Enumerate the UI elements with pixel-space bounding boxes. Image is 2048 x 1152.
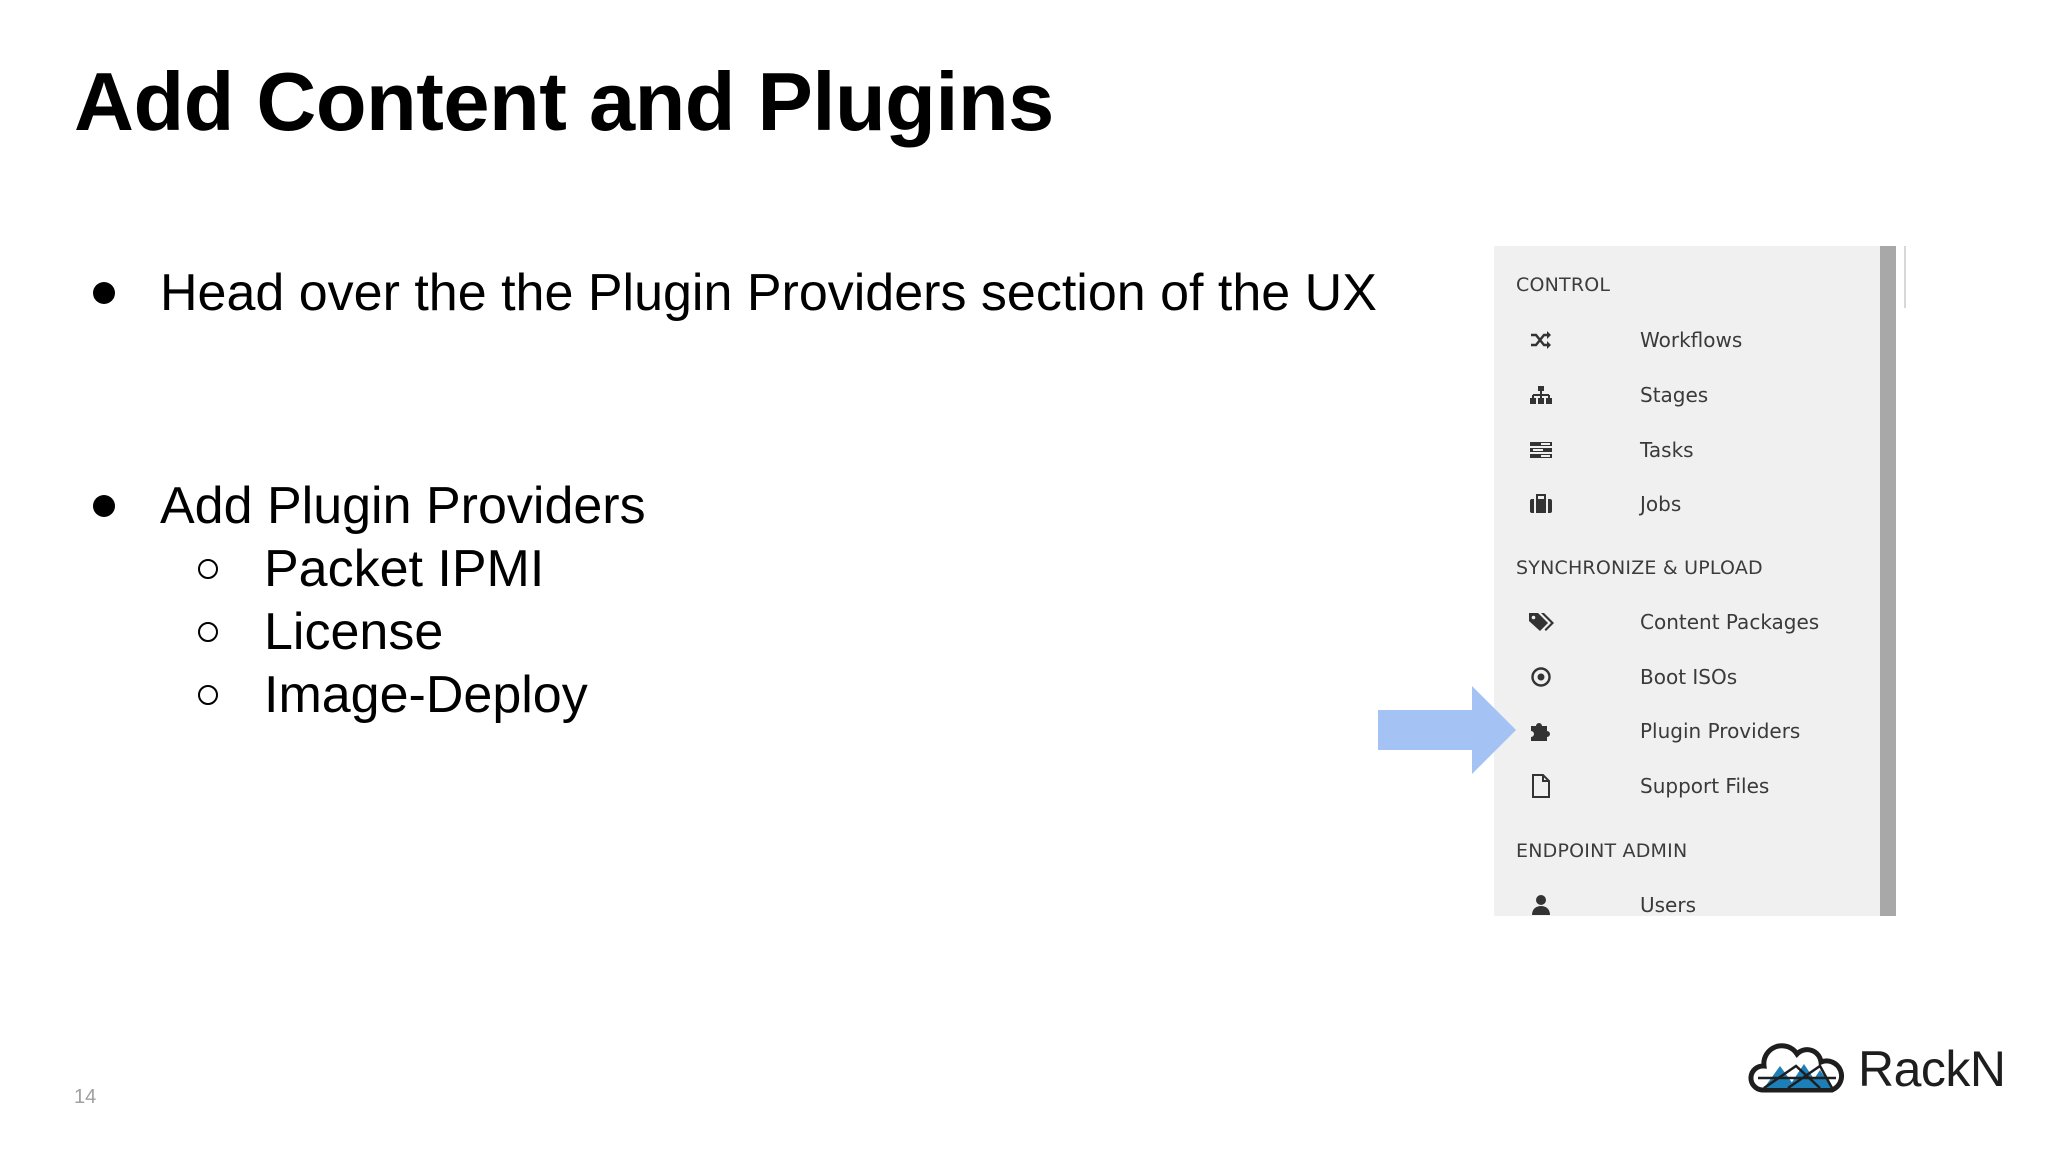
bullet-circle-icon: [190, 614, 226, 650]
sidebar-scrollbar[interactable]: [1880, 246, 1896, 916]
tasks-icon: [1528, 437, 1554, 463]
sidebar-section-sync-upload: SYNCHRONIZE & UPLOAD: [1516, 557, 1763, 579]
bullet-text: Image-Deploy: [264, 666, 588, 724]
bullet-item: Add Plugin Providers: [86, 474, 646, 538]
sidebar-item-stages[interactable]: Stages: [1528, 377, 1708, 413]
sidebar-item-label: Plugin Providers: [1640, 719, 1801, 743]
sidebar-item-label: Stages: [1640, 383, 1709, 407]
bullet-disc-icon: [86, 275, 122, 311]
briefcase-icon: [1528, 491, 1554, 517]
cloud-logo-icon: [1748, 1043, 1845, 1093]
sidebar-item-label: Support Files: [1640, 774, 1770, 798]
shuffle-icon: [1528, 327, 1554, 353]
bullet-item: Head over the the Plugin Providers secti…: [86, 261, 1377, 325]
sidebar-screenshot: CONTROL Workflows Stages Tasks Jobs SYNC…: [1494, 246, 1896, 916]
sidebar-item-boot-isos[interactable]: Boot ISOs: [1528, 659, 1737, 695]
user-icon: [1528, 892, 1554, 916]
sub-bullet-item: License: [190, 600, 443, 664]
tags-icon: [1528, 609, 1554, 635]
sub-bullet-item: Packet IPMI: [190, 537, 544, 601]
file-icon: [1528, 773, 1554, 799]
page-number: 14: [74, 1086, 97, 1108]
bullet-text: Head over the the Plugin Providers secti…: [160, 264, 1377, 322]
puzzle-icon: [1528, 718, 1554, 744]
sidebar-item-label: Workflows: [1640, 328, 1743, 352]
bullet-text: Packet IPMI: [264, 540, 545, 598]
logo-text: RackN: [1858, 1041, 2006, 1097]
sidebar-item-jobs[interactable]: Jobs: [1528, 486, 1681, 522]
sidebar-item-plugin-providers[interactable]: Plugin Providers: [1528, 713, 1800, 749]
dot-circle-icon: [1528, 664, 1554, 690]
sidebar-divider: [1904, 246, 1906, 308]
sidebar-item-users[interactable]: Users: [1528, 887, 1696, 916]
sidebar-item-label: Jobs: [1640, 492, 1682, 516]
sidebar-item-label: Tasks: [1640, 438, 1694, 462]
sidebar-item-label: Boot ISOs: [1640, 665, 1738, 689]
bullet-list: Head over the the Plugin Providers secti…: [0, 0, 1400, 800]
sidebar-item-support-files[interactable]: Support Files: [1528, 768, 1769, 804]
bullet-disc-icon: [86, 488, 122, 524]
bullet-text: Add Plugin Providers: [160, 477, 646, 535]
sidebar-section-endpoint-admin: ENDPOINT ADMIN: [1516, 840, 1688, 862]
bullet-circle-icon: [190, 677, 226, 713]
bullet-text: License: [264, 603, 444, 661]
sitemap-icon: [1528, 382, 1554, 408]
sidebar-section-control: CONTROL: [1516, 274, 1611, 296]
pointer-arrow-icon: [1378, 686, 1516, 774]
sidebar-item-label: Content Packages: [1640, 610, 1820, 634]
sidebar-item-tasks[interactable]: Tasks: [1528, 432, 1694, 468]
rackn-logo: RackN: [1748, 1040, 2006, 1098]
sidebar-item-workflows[interactable]: Workflows: [1528, 322, 1742, 358]
sidebar-item-content-packages[interactable]: Content Packages: [1528, 604, 1819, 640]
bullet-circle-icon: [190, 551, 226, 587]
sidebar-item-label: Users: [1640, 893, 1697, 916]
sub-bullet-item: Image-Deploy: [190, 663, 588, 727]
